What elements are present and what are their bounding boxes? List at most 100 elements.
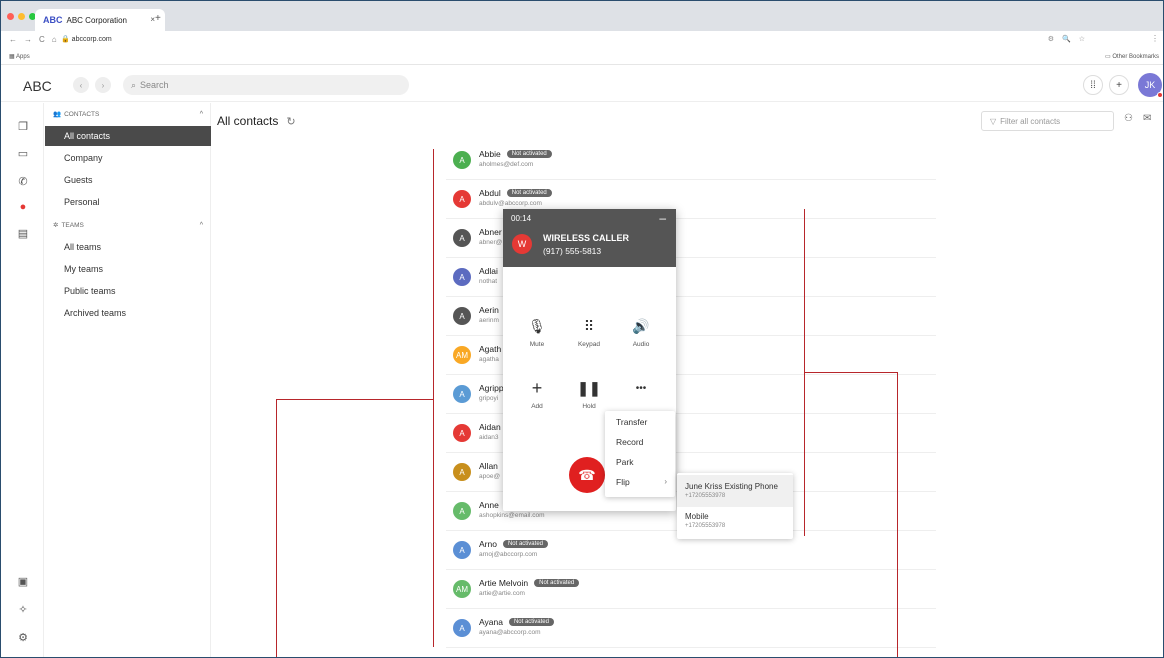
voicemail-icon[interactable]: ▤ (15, 225, 31, 241)
sidebar-item-archived-teams[interactable]: Archived teams (45, 303, 211, 323)
flip-option-number: +17205553978 (685, 523, 726, 529)
zoom-icon[interactable]: 🔍 (1062, 35, 1071, 43)
contact-name: Abner (479, 227, 502, 237)
status-badge: Not activated (534, 579, 580, 587)
annotation-line (804, 372, 898, 373)
bookmark-apps[interactable]: ▦ Apps (9, 53, 30, 60)
sidebar-item-label: My teams (64, 264, 104, 274)
add-contact-icon[interactable]: ⚇ (1124, 113, 1133, 124)
flip-option[interactable]: Mobile +17205553978 (677, 505, 793, 537)
star-icon[interactable]: ☆ (1079, 35, 1085, 43)
new-tab-button[interactable]: + (155, 13, 161, 24)
menu-item-record[interactable]: Record (616, 437, 671, 447)
sidebar-item-label: Personal (64, 197, 100, 207)
screen-icon[interactable]: ▣ (15, 573, 31, 589)
url-text: abccorp.com (71, 36, 112, 43)
icon-rail: ❐ ▭ ✆ ● ▤ ▣ ✧ ⚙ (1, 103, 44, 657)
end-call-icon: ☎ (578, 466, 596, 483)
contact-email: ayana@abccorp.com (479, 629, 541, 636)
sidebar-item-public-teams[interactable]: Public teams (45, 281, 211, 301)
annotation-line (276, 399, 277, 657)
flip-option-name: Mobile (685, 512, 709, 521)
add-button[interactable]: + (1109, 75, 1129, 95)
filter-input[interactable]: ▽ Filter all contacts (981, 111, 1114, 131)
avatar: A (453, 541, 471, 559)
sidebar-item-personal[interactable]: Personal (45, 192, 211, 212)
video-icon[interactable]: ▭ (15, 145, 31, 161)
forward-nav-icon[interactable]: › (95, 77, 111, 93)
home-icon[interactable]: ⌂ (52, 35, 57, 44)
minimize-icon[interactable]: – (659, 211, 666, 225)
menu-item-flip[interactable]: Flip › (616, 477, 671, 487)
caller-avatar: W (512, 234, 532, 254)
minimize-window-dot[interactable] (18, 13, 25, 20)
list-item[interactable]: A Ayana Not activated ayana@abccorp.com (446, 609, 936, 648)
contact-name: Abbie (479, 149, 501, 159)
sidebar-item-my-teams[interactable]: My teams (45, 259, 211, 279)
sidebar-item-company[interactable]: Company (45, 148, 211, 168)
contacts-section-header[interactable]: 👥 CONTACTS ^ (53, 110, 203, 119)
hangup-button[interactable]: ☎ (569, 457, 605, 493)
back-nav-icon[interactable]: ‹ (73, 77, 89, 93)
mute-label: Mute (529, 341, 545, 348)
window-controls (7, 13, 36, 20)
contact-email: agatha (479, 356, 499, 363)
tab-title: ABC Corporation (66, 15, 127, 25)
avatar: A (453, 229, 471, 247)
add-label: Add (531, 403, 543, 410)
browser-menu-icon[interactable]: ⋮ (1151, 34, 1159, 43)
contact-email: gripoyi (479, 395, 499, 402)
list-item[interactable]: AM Artie Melvoin Not activated artie@arti… (446, 570, 936, 609)
sidebar-item-guests[interactable]: Guests (45, 170, 211, 190)
tab-logo-icon: ABC (43, 15, 63, 25)
keypad-button[interactable]: ⠿ Keypad (567, 315, 611, 349)
avatar: A (453, 502, 471, 520)
close-window-dot[interactable] (7, 13, 14, 20)
app-logo: ABC (23, 78, 52, 94)
settings-icon[interactable]: ⚙ (1048, 35, 1054, 43)
search-input[interactable]: ⌕ Search (123, 75, 409, 95)
browser-tab[interactable]: ABC ABC Corporation × (35, 9, 165, 31)
plus-icon: + (531, 377, 543, 398)
chevron-up-icon[interactable]: ^ (200, 111, 203, 118)
add-call-button[interactable]: + Add (515, 377, 559, 411)
contact-name: Adlai (479, 266, 498, 276)
url-field[interactable]: 🔒 abccorp.com (61, 35, 112, 43)
phone-icon[interactable]: ✆ (15, 173, 31, 189)
list-tools: ⚇ ✉ (1124, 113, 1151, 124)
menu-item-transfer[interactable]: Transfer (616, 417, 671, 427)
contact-email: artie@artie.com (479, 590, 525, 597)
refresh-icon[interactable]: ↻ (286, 115, 295, 128)
audio-button[interactable]: 🔊 Audio (619, 315, 663, 349)
contact-email: arnoj@abccorp.com (479, 551, 538, 558)
call-header: 00:14 – W WIRELESS CALLER (917) 555-5813 (503, 209, 676, 267)
teams-section-header[interactable]: ✲ TEAMS ^ (53, 221, 203, 230)
search-icon: ⌕ (131, 79, 137, 90)
contact-name: Ayana (479, 617, 503, 627)
sidebar-item-all-contacts[interactable]: All contacts (45, 126, 211, 146)
menu-item-park[interactable]: Park (616, 457, 671, 467)
flip-option[interactable]: June Kriss Existing Phone +17205553978 (677, 475, 793, 507)
more-button[interactable]: ••• (619, 377, 663, 399)
chevron-right-icon: › (664, 477, 667, 486)
contact-name: Allan (479, 461, 498, 471)
list-item[interactable]: A Abbie Not activated aholmes@def.com (446, 141, 936, 180)
forward-icon[interactable]: → (24, 35, 32, 44)
sidebar-item-all-teams[interactable]: All teams (45, 237, 211, 257)
reload-icon[interactable]: C (39, 35, 45, 44)
user-avatar[interactable]: JK (1138, 73, 1163, 98)
contacts-section-icon: 👥 (53, 111, 62, 118)
settings-icon[interactable]: ⚙ (15, 629, 31, 645)
mute-button[interactable]: 🎙 Mute (515, 315, 559, 349)
puzzle-icon[interactable]: ✧ (15, 601, 31, 617)
mail-icon[interactable]: ✉ (1143, 113, 1151, 124)
back-icon[interactable]: ← (9, 35, 17, 44)
contact-name-row: Aerin (479, 305, 499, 315)
hold-button[interactable]: ❚❚ Hold (567, 377, 611, 411)
bookmark-other[interactable]: ▭ Other Bookmarks (1105, 53, 1159, 60)
contacts-icon[interactable]: ● (15, 199, 31, 215)
dialpad-button[interactable]: ⁞⁞ (1083, 75, 1103, 95)
window-icon[interactable]: ❐ (15, 118, 31, 134)
chevron-up-icon[interactable]: ^ (200, 222, 203, 229)
status-badge: Not activated (506, 189, 552, 197)
